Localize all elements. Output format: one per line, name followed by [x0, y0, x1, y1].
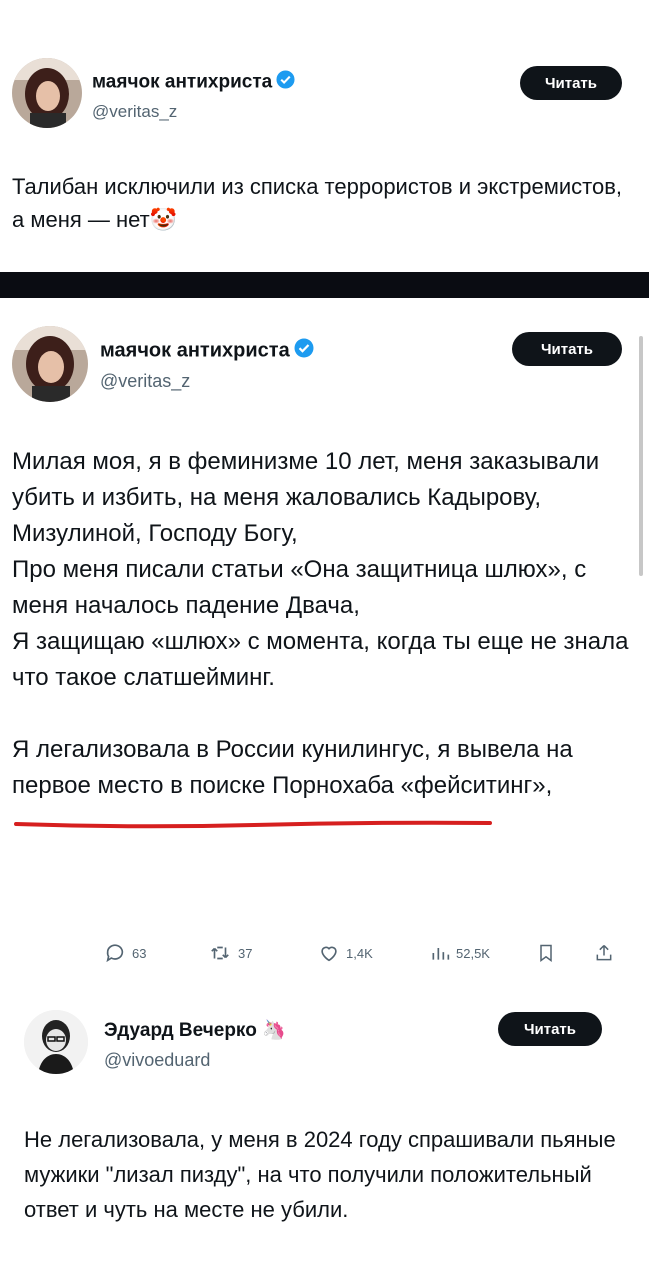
tweet-paragraph: Про меня писали статьи «Она защитница шл…: [12, 556, 587, 619]
scrollbar[interactable]: [639, 336, 643, 576]
author-handle[interactable]: @veritas_z: [92, 102, 177, 122]
avatar[interactable]: [12, 58, 82, 128]
views-button[interactable]: 52,5K: [430, 942, 490, 964]
repost-count: 37: [238, 945, 253, 961]
bookmark-button[interactable]: [536, 942, 556, 964]
like-button[interactable]: 1,4K: [318, 942, 373, 964]
tweet-text: Не легализовала, у меня в 2024 году спра…: [24, 1127, 616, 1222]
avatar[interactable]: [24, 1010, 88, 1074]
red-underline-annotation: [14, 820, 492, 829]
background-divider: [0, 272, 649, 298]
author-handle[interactable]: @vivoeduard: [104, 1050, 210, 1071]
verified-badge-icon: [276, 70, 295, 95]
tweet-paragraph: Я легализовала в России кунилингус, я вы…: [12, 736, 573, 799]
repost-icon: [211, 946, 229, 960]
follow-button[interactable]: Читать: [520, 66, 622, 100]
author-name[interactable]: маячок антихриста: [92, 70, 295, 95]
tweet-paragraph: Я защищаю «шлюх» с момента, когда ты еще…: [12, 628, 629, 691]
bookmark-icon: [540, 944, 552, 962]
avatar[interactable]: [12, 326, 88, 402]
verified-badge-icon: [294, 338, 314, 364]
author-handle[interactable]: @veritas_z: [100, 371, 190, 392]
tweet-text: Милая моя, я в феминизме 10 лет, меня за…: [12, 444, 629, 804]
reply-icon: [106, 944, 124, 963]
share-button[interactable]: [594, 942, 614, 964]
follow-button[interactable]: Читать: [512, 332, 622, 366]
tweet-1: маячок антихриста @veritas_z Читать Тали…: [0, 0, 649, 272]
views-count: 52,5K: [456, 945, 490, 961]
tweet-text: Талибан исключили из списка террористов …: [12, 174, 623, 232]
unicorn-icon: 🦄: [262, 1020, 286, 1041]
author-name[interactable]: Эдуард Вечерко 🦄: [104, 1018, 286, 1042]
tweet-paragraph: Милая моя, я в феминизме 10 лет, меня за…: [12, 448, 600, 547]
reply-count: 63: [132, 945, 147, 961]
views-icon: [432, 948, 450, 960]
reply-button[interactable]: 63: [104, 942, 146, 964]
like-count: 1,4K: [346, 945, 373, 961]
tweet-3: Эдуард Вечерко 🦄 @vivoeduard Читать Не л…: [0, 998, 649, 1280]
author-name[interactable]: маячок антихриста: [100, 338, 314, 364]
tweet-actions: 63 37 1,4K 52,5K: [104, 942, 624, 972]
follow-button[interactable]: Читать: [498, 1012, 602, 1046]
repost-button[interactable]: 37: [208, 942, 252, 964]
heart-icon: [321, 946, 337, 962]
tweet-2: маячок антихриста @veritas_z Читать Мила…: [0, 298, 649, 998]
share-icon: [596, 944, 612, 961]
